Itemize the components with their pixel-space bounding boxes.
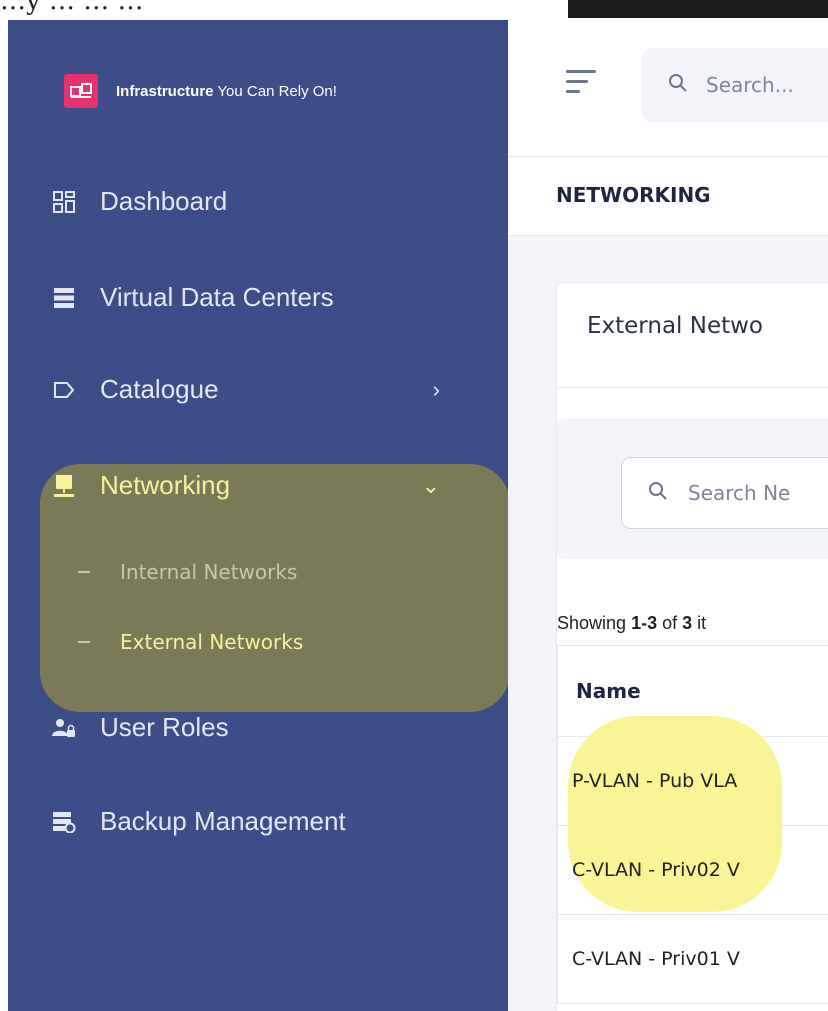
card-divider: [557, 387, 828, 388]
user-lock-icon: [52, 716, 76, 740]
sidebar-item-label: Networking: [100, 470, 231, 500]
hamburger-menu-icon[interactable]: [566, 70, 596, 100]
search-icon: [648, 481, 668, 505]
chevron-right-icon: ›: [432, 376, 440, 402]
sidebar-item-dashboard[interactable]: Dashboard: [52, 186, 227, 217]
brand-text: Infrastructure You Can Rely On!: [116, 83, 337, 100]
brand-logo-icon: [64, 74, 98, 108]
card-title: External Netwo: [587, 313, 763, 339]
showing-total: 3: [682, 613, 693, 633]
top-header: Search...: [508, 20, 828, 157]
sidebar-item-networking[interactable]: Networking ⌄: [52, 470, 488, 501]
sidebar-item-label: User Roles: [100, 712, 229, 742]
global-search[interactable]: Search...: [642, 48, 828, 122]
sidebar-subitem-external-networks[interactable]: External Networks: [78, 630, 303, 654]
filter-panel: Search Ne: [557, 419, 828, 559]
dash-marker: [78, 571, 90, 573]
showing-mid: of: [657, 613, 683, 633]
showing-count: Showing 1-3 of 3 it: [557, 613, 706, 634]
showing-suffix: it: [692, 613, 707, 633]
sidebar-item-catalogue[interactable]: Catalogue ›: [52, 374, 488, 405]
chevron-down-icon: ⌄: [421, 472, 440, 498]
sidebar-item-user-roles[interactable]: User Roles: [52, 712, 229, 743]
top-cropped-strip: …y … … … ⁠: [0, 0, 828, 20]
sidebar-item-label: Virtual Data Centers: [100, 282, 334, 312]
showing-range: 1-3: [631, 613, 658, 633]
networking-highlight: [40, 464, 510, 712]
sidebar-item-label: Catalogue: [100, 374, 219, 404]
cropped-text: …y … … … ⁠: [0, 0, 152, 16]
sidebar-subitem-label: External Networks: [120, 630, 304, 654]
server-stack-icon: [52, 286, 76, 310]
network-name[interactable]: P-VLAN - Pub VLA: [572, 770, 737, 792]
sidebar-item-backup-management[interactable]: Backup Management: [52, 806, 346, 837]
network-name[interactable]: C-VLAN - Priv02 V: [572, 859, 740, 881]
sidebar-item-label: Backup Management: [100, 806, 346, 836]
sidebar-subitem-internal-networks[interactable]: Internal Networks: [78, 560, 297, 584]
tag-icon: [52, 378, 76, 402]
sidebar-item-label: Dashboard: [100, 186, 228, 216]
sidebar-item-virtual-data-centers[interactable]: Virtual Data Centers: [52, 282, 334, 313]
search-icon: [668, 73, 688, 97]
search-input[interactable]: Search...: [706, 73, 794, 97]
network-search-input[interactable]: Search Ne: [688, 481, 790, 505]
showing-prefix: Showing: [557, 613, 632, 633]
main-content: Search... NETWORKING External Netwo Sear…: [508, 20, 828, 1011]
brand[interactable]: Infrastructure You Can Rely On!: [64, 74, 337, 108]
sidebar: Infrastructure You Can Rely On! Dashboar…: [8, 20, 510, 1011]
table-row[interactable]: C-VLAN - Priv01 V: [557, 915, 828, 1004]
page-title: NETWORKING: [556, 183, 711, 207]
dash-marker: [78, 641, 90, 643]
brand-name-bold: Infrastructure: [116, 82, 214, 100]
monitor-icon: [52, 474, 76, 498]
column-header-name[interactable]: Name: [576, 679, 641, 703]
sidebar-subitem-label: Internal Networks: [120, 560, 298, 584]
highlight-annotation: [568, 716, 782, 912]
backup-server-icon: [52, 810, 76, 834]
black-bar: [568, 0, 828, 18]
brand-name-rest: You Can Rely On!: [213, 82, 337, 100]
breadcrumb: NETWORKING: [508, 157, 828, 236]
dashboard-grid-icon: [52, 190, 76, 214]
network-search-field[interactable]: Search Ne: [621, 457, 828, 529]
network-name[interactable]: C-VLAN - Priv01 V: [572, 948, 740, 970]
